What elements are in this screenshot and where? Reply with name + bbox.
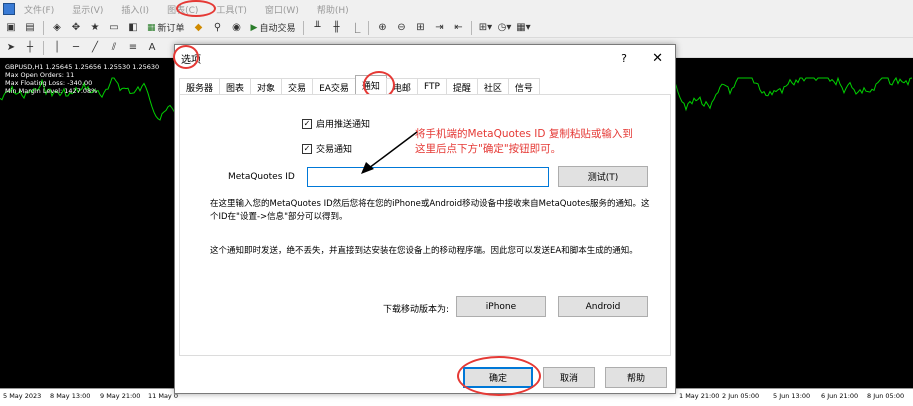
new-order-label: 新订单 — [157, 24, 185, 34]
text-icon[interactable]: A — [144, 40, 160, 56]
android-button[interactable]: Android — [558, 296, 648, 317]
cancel-button[interactable]: 取消 — [543, 367, 595, 388]
tab-server[interactable]: 服务器 — [179, 78, 221, 95]
indicators-icon[interactable]: ⊞▾ — [477, 20, 493, 36]
candlestick-icon[interactable]: ╫ — [328, 20, 344, 36]
download-label: 下载移动版本为: — [383, 305, 450, 315]
max-open-orders: Max Open Orders: 11 — [5, 71, 75, 79]
auto-trading-button[interactable]: ▶ 自动交易 — [248, 20, 299, 36]
tab-trade[interactable]: 交易 — [281, 78, 314, 95]
tab-objects[interactable]: 对象 — [250, 78, 283, 95]
profiles-icon[interactable]: ▤ — [22, 20, 38, 36]
check-icon: ✓ — [302, 118, 312, 129]
chart-symbol-line: GBPUSD,H1 1.25645 1.25656 1.25530 1.2563… — [5, 63, 160, 71]
title-highlight — [173, 45, 199, 69]
red-annotation: 将手机端的MetaQuotes ID 复制粘贴或输入到 这里后点下方"确定"按钮… — [415, 127, 675, 157]
standard-toolbar: ▣ ▤ ◈ ✥ ★ ▭ ◧ ▦ 新订单 ◆ ⚲ ◉ ▶ 自动交易 ╨ ╫ ⎿ ⊕ ⊖… — [0, 18, 913, 38]
time-label: 1 May 21:00 — [679, 392, 720, 400]
new-order-icon: ▦ — [147, 22, 156, 33]
time-label: 6 Jun 21:00 — [821, 392, 859, 400]
time-label: 8 Jun 05:00 — [867, 392, 905, 400]
crosshair-icon[interactable]: ┼ — [22, 40, 38, 56]
app-icon — [3, 3, 15, 15]
ok-button-highlight — [457, 356, 541, 396]
toolbar-separator — [303, 20, 305, 35]
tab-community[interactable]: 社区 — [476, 78, 509, 95]
new-chart-icon[interactable]: ▣ — [3, 20, 19, 36]
annotation-line-1: 将手机端的MetaQuotes ID 复制粘贴或输入到 — [415, 128, 633, 140]
time-label: 5 May 2023 — [3, 392, 42, 400]
menu-window[interactable]: 窗口(W) — [256, 3, 308, 16]
tab-alerts[interactable]: 提醒 — [445, 78, 478, 95]
vps-icon[interactable]: ◉ — [229, 20, 245, 36]
zoom-in-icon[interactable]: ⊕ — [374, 20, 390, 36]
max-floating-loss: Max Floating Loss: -340.00 — [5, 79, 93, 87]
tile-windows-icon[interactable]: ⊞ — [412, 20, 428, 36]
toolbar-separator — [471, 20, 473, 35]
line-chart-icon[interactable]: ⎿ — [347, 20, 363, 36]
description-paragraph-1: 在这里输入您的MetaQuotes ID然后您将在您的iPhone或Androi… — [210, 199, 650, 222]
iphone-button[interactable]: iPhone — [456, 296, 546, 317]
test-button[interactable]: 测试(T) — [558, 166, 648, 187]
annotation-line-2: 这里后点下方"确定"按钮即可。 — [415, 143, 562, 155]
options-dialog: 选项 ? ✕ 服务器 图表 对象 交易 EA交易 通知 电邮 FTP 提醒 社区… — [173, 44, 676, 396]
navigator-icon[interactable]: ★ — [87, 20, 103, 36]
help-icon[interactable]: ? — [621, 52, 627, 65]
menubar: 文件(F) 显示(V) 插入(I) 图表(C) 工具(T) 窗口(W) 帮助(H… — [0, 0, 913, 18]
tab-expert-advisors[interactable]: EA交易 — [312, 78, 356, 95]
time-label: 9 May 21:00 — [100, 392, 141, 400]
fibonacci-icon[interactable]: ≡ — [125, 40, 141, 56]
menu-insert[interactable]: 插入(I) — [112, 3, 158, 16]
tester-icon[interactable]: ◧ — [125, 20, 141, 36]
time-label: 2 Jun 05:00 — [722, 392, 760, 400]
bar-chart-icon[interactable]: ╨ — [309, 20, 325, 36]
periods-icon[interactable]: ◷▾ — [496, 20, 512, 36]
toolbar-separator — [43, 40, 44, 55]
trendline-icon[interactable]: ╱ — [87, 40, 103, 56]
metaquotes-id-input[interactable] — [307, 167, 549, 187]
signals-icon[interactable]: ⚲ — [210, 20, 226, 36]
menu-help[interactable]: 帮助(H) — [308, 3, 358, 16]
tab-signals[interactable]: 信号 — [507, 78, 540, 95]
menu-view[interactable]: 显示(V) — [63, 3, 112, 16]
auto-trading-label: 自动交易 — [259, 24, 296, 34]
tab-ftp[interactable]: FTP — [416, 78, 447, 95]
toolbar-separator — [368, 20, 370, 35]
help-button[interactable]: 帮助 — [605, 367, 667, 388]
metaquotes-id-label: MetaQuotes ID — [228, 172, 295, 182]
zoom-out-icon[interactable]: ⊖ — [393, 20, 409, 36]
tab-charts[interactable]: 图表 — [219, 78, 252, 95]
cursor-icon[interactable]: ➤ — [3, 40, 19, 56]
autoscroll-icon[interactable]: ⇥ — [431, 20, 447, 36]
time-label: 8 May 13:00 — [50, 392, 91, 400]
chart-info: GBPUSD,H1 1.25645 1.25656 1.25530 1.2563… — [5, 63, 159, 95]
terminal-icon[interactable]: ▭ — [106, 20, 122, 36]
trade-notify-label: 交易通知 — [316, 145, 353, 155]
trade-notify-checkbox[interactable]: ✓ 交易通知 — [302, 142, 352, 155]
data-window-icon[interactable]: ✥ — [68, 20, 84, 36]
description-paragraph-2: 这个通知即时发送，绝不丢失，并直接到达安装在您设备上的移动程序端。因此您可以发送… — [210, 246, 638, 256]
metaeditor-icon[interactable]: ◆ — [191, 20, 207, 36]
dialog-titlebar: 选项 ? ✕ — [175, 45, 675, 71]
dialog-tabs: 服务器 图表 对象 交易 EA交易 通知 电邮 FTP 提醒 社区 信号 — [179, 75, 540, 95]
chart-shift-icon[interactable]: ⇤ — [450, 20, 466, 36]
min-margin-level: Min Margin Level: 1427.08% — [5, 87, 98, 95]
close-icon[interactable]: ✕ — [652, 51, 663, 66]
horizontal-line-icon[interactable]: ─ — [68, 40, 84, 56]
channel-icon[interactable]: ⫽ — [106, 40, 122, 56]
market-watch-icon[interactable]: ◈ — [49, 20, 65, 36]
time-label: 5 Jun 13:00 — [773, 392, 811, 400]
check-icon: ✓ — [302, 143, 312, 154]
auto-trading-icon: ▶ — [250, 22, 258, 33]
templates-icon[interactable]: ▦▾ — [515, 20, 531, 36]
toolbar-separator — [43, 20, 44, 35]
vertical-line-icon[interactable]: │ — [49, 40, 65, 56]
tools-menu-highlight — [176, 0, 216, 17]
new-order-button[interactable]: ▦ 新订单 — [144, 20, 188, 36]
menu-file[interactable]: 文件(F) — [15, 3, 63, 16]
